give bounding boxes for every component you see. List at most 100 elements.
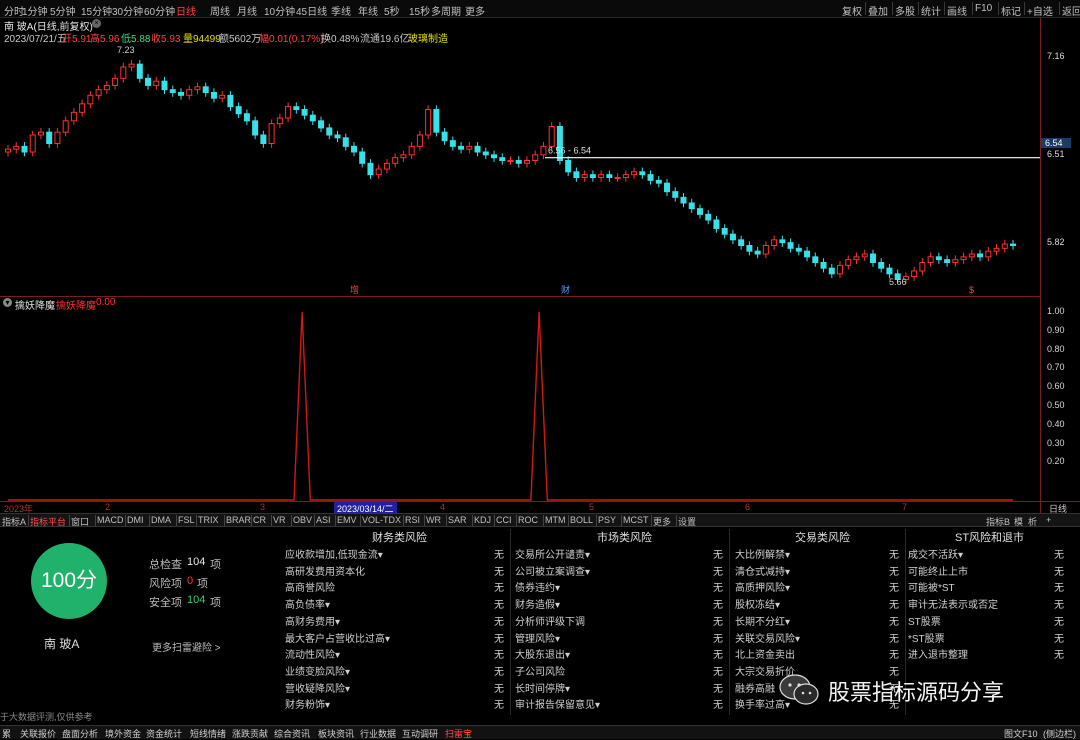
period-tab[interactable]: 多周期 (431, 3, 461, 18)
indicator-tab[interactable]: PSY (598, 515, 616, 525)
risk-item[interactable]: 长时间停牌▾ (515, 680, 570, 695)
indicator-tab[interactable]: EMV (337, 515, 357, 525)
indicator-tab[interactable]: CR (253, 515, 266, 525)
period-tab[interactable]: 60分钟 (144, 3, 175, 18)
period-tab[interactable]: 5秒 (384, 3, 400, 18)
event-marker[interactable]: 财 (561, 284, 570, 295)
period-tab[interactable]: 分时 (4, 3, 24, 18)
event-marker[interactable]: 增 (350, 284, 359, 295)
risk-item[interactable]: 债券违约▾ (515, 579, 560, 594)
footer-right[interactable]: 图文F10 (1004, 727, 1038, 740)
indicator-tab[interactable]: WR (426, 515, 441, 525)
period-tab[interactable]: 1分钟 (22, 3, 48, 18)
risk-item[interactable]: 高负债率▾ (285, 596, 330, 611)
close-icon[interactable]: × (92, 19, 101, 28)
chevron-down-icon[interactable]: ▾ (3, 298, 12, 307)
toolbar-button[interactable]: +自选 (1027, 3, 1053, 18)
risk-item[interactable]: 北上资金卖出 (735, 646, 795, 661)
period-tab[interactable]: 15分钟 (81, 3, 112, 18)
period-tab[interactable]: 10分钟 (264, 3, 295, 18)
risk-item[interactable]: 分析师评级下调 (515, 613, 585, 628)
indicator-tab[interactable]: BOLL (570, 515, 593, 525)
footer-tab[interactable]: 涨跌贡献 (232, 727, 268, 740)
risk-item[interactable]: 审计报告保留意见▾ (515, 696, 600, 711)
period-tab[interactable]: 日线 (176, 3, 196, 18)
risk-item[interactable]: 股权冻结▾ (735, 596, 780, 611)
indicator-tab[interactable]: DMA (151, 515, 171, 525)
indicator-tab-right[interactable]: + (1046, 515, 1051, 525)
footer-tab[interactable]: 行业数据 (360, 727, 396, 740)
indicator-tab[interactable]: FSL (178, 515, 195, 525)
risk-item[interactable]: 最大客户占营收比过高▾ (285, 630, 390, 645)
indicator-tab[interactable]: BRAR (226, 515, 251, 525)
footer-tab[interactable]: 扫雷宝 (445, 727, 472, 740)
risk-item[interactable]: ST股票 (908, 613, 941, 628)
toolbar-button[interactable]: F10 (975, 3, 992, 14)
indicator-tab[interactable]: DMI (127, 515, 144, 525)
toolbar-button[interactable]: 标记 (1001, 3, 1021, 18)
risk-item[interactable]: 可能终止上市 (908, 563, 968, 578)
footer-tab[interactable]: 境外资金 (105, 727, 141, 740)
risk-item[interactable]: 管理风险▾ (515, 630, 560, 645)
risk-item[interactable]: 长期不分红▾ (735, 613, 790, 628)
toolbar-button[interactable]: 多股 (895, 3, 915, 18)
risk-item[interactable]: 财务造假▾ (515, 596, 560, 611)
toolbar-button[interactable]: 画线 (947, 3, 967, 18)
indicator-tab[interactable]: MACD (97, 515, 124, 525)
risk-item[interactable]: 成交不活跃▾ (908, 546, 963, 561)
indicator-tab[interactable]: SAR (448, 515, 467, 525)
risk-item[interactable]: 大比例解禁▾ (735, 546, 790, 561)
indicator-name[interactable]: 擒妖降魔 (15, 297, 55, 312)
indicator-tab[interactable]: MTM (545, 515, 566, 525)
footer-right[interactable]: (侧边栏) (1043, 727, 1076, 740)
event-marker[interactable]: $ (969, 285, 974, 295)
risk-item[interactable]: 清仓式减持▾ (735, 563, 790, 578)
period-tab[interactable]: 15秒 (409, 3, 430, 18)
period-tab[interactable]: 年线 (358, 3, 378, 18)
footer-tab[interactable]: 互动调研 (402, 727, 438, 740)
indicator-tab[interactable]: RSI (405, 515, 420, 525)
period-tab[interactable]: 更多 (465, 3, 485, 18)
risk-item[interactable]: 进入退市整理 (908, 646, 968, 661)
period-tab[interactable]: 季线 (331, 3, 351, 18)
risk-item[interactable]: 大股东退出▾ (515, 646, 570, 661)
footer-tab[interactable]: 关联报价 (20, 727, 56, 740)
indicator-chart[interactable] (0, 312, 1040, 502)
toolbar-button[interactable]: 复权 (842, 3, 862, 18)
period-tab[interactable]: 30分钟 (112, 3, 143, 18)
toolbar-button[interactable]: 叠加 (868, 3, 888, 18)
indicator-tab[interactable]: ROC (518, 515, 538, 525)
risk-item[interactable]: 融券高融 (735, 680, 775, 695)
risk-item[interactable]: 流动性风险▾ (285, 646, 340, 661)
indicator-tab[interactable]: KDJ (474, 515, 491, 525)
risk-item[interactable]: 可能被*ST (908, 579, 955, 594)
footer-tab[interactable]: 板块资讯 (318, 727, 354, 740)
footer-tab[interactable]: 短线情绪 (190, 727, 226, 740)
indicator-tab[interactable]: MCST (623, 515, 649, 525)
risk-item[interactable]: 业绩变脸风险▾ (285, 663, 350, 678)
risk-item[interactable]: *ST股票 (908, 630, 945, 645)
risk-item[interactable]: 高商誉风险 (285, 579, 335, 594)
indicator-tab[interactable]: ASI (316, 515, 331, 525)
more-scan-link[interactable]: 更多扫雷避险 > (152, 639, 221, 654)
footer-tab[interactable]: 累 (2, 727, 11, 740)
risk-item[interactable]: 审计无法表示或否定 (908, 596, 998, 611)
risk-item[interactable]: 财务粉饰▾ (285, 696, 330, 711)
risk-item[interactable]: 关联交易风险▾ (735, 630, 800, 645)
indicator-tab[interactable]: VR (273, 515, 286, 525)
footer-tab[interactable]: 盘面分析 (62, 727, 98, 740)
candlestick-chart[interactable]: 6.56 - 6.54 7.23 5.66 增 财 $ (0, 44, 1040, 296)
period-tab[interactable]: 周线 (210, 3, 230, 18)
risk-item[interactable]: 子公司风险 (515, 663, 565, 678)
indicator-tab[interactable]: CCI (496, 515, 512, 525)
risk-item[interactable]: 高研发费用资本化 (285, 563, 365, 578)
period-tab[interactable]: 5分钟 (50, 3, 76, 18)
indicator-tab[interactable]: TRIX (198, 515, 219, 525)
toolbar-button[interactable]: 统计 (921, 3, 941, 18)
risk-item[interactable]: 应收款增加,低现金流▾ (285, 546, 383, 561)
period-tab[interactable]: 月线 (237, 3, 257, 18)
indicator-tab[interactable]: VOL-TDX (362, 515, 401, 525)
risk-item[interactable]: 公司被立案调查▾ (515, 563, 590, 578)
risk-item[interactable]: 营收疑降风险▾ (285, 680, 350, 695)
risk-item[interactable]: 交易所公开谴责▾ (515, 546, 590, 561)
